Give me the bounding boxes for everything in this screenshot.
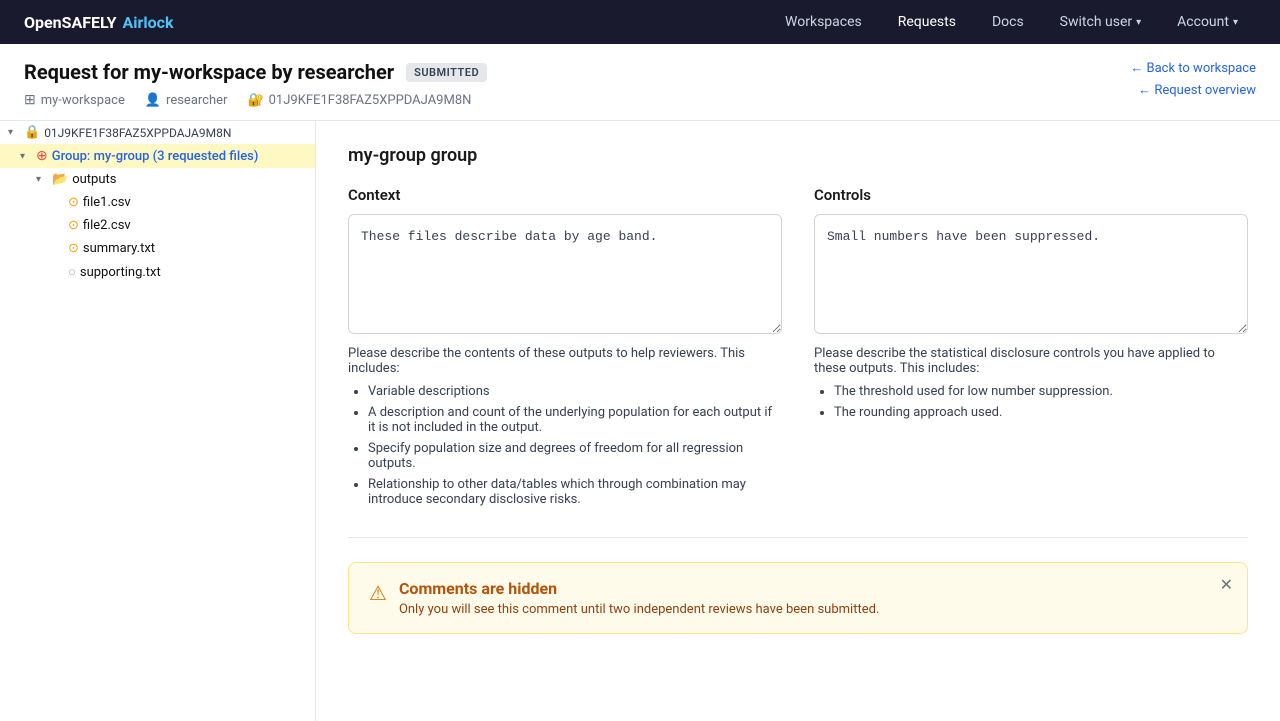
title-row: Request for my-workspace by researcher S… <box>24 60 487 84</box>
context-bullet-2: A description and count of the underlyin… <box>368 405 782 435</box>
file-icon: ○ <box>68 264 76 280</box>
chevron-down-icon: ▾ <box>20 151 32 162</box>
workspace-meta: my-workspace <box>24 92 125 108</box>
file-csv-icon: ⊙ <box>68 218 79 233</box>
brand-open: OpenSAFELY <box>24 13 117 32</box>
context-bullet-3: Specify population size and degrees of f… <box>368 441 782 471</box>
tree-outputs-folder[interactable]: ▾ 📂 outputs <box>0 168 315 191</box>
request-id: 01J9KFE1F38FAZ5XPPDAJA9M8N <box>269 93 472 108</box>
tree-group-label: Group: my-group (3 requested files) <box>52 149 259 164</box>
nav-switch-user[interactable]: Switch user ▾ <box>1042 0 1159 44</box>
nav-workspaces[interactable]: Workspaces <box>767 0 880 44</box>
nav-account[interactable]: Account ▾ <box>1159 0 1256 44</box>
comments-banner-sub: Only you will see this comment until two… <box>399 602 879 617</box>
comments-banner-title: Comments are hidden <box>399 579 879 598</box>
nav-docs[interactable]: Docs <box>974 0 1042 44</box>
controls-bullets: The threshold used for low number suppre… <box>834 384 1248 420</box>
context-section: Context Please describe the contents of … <box>348 186 782 513</box>
context-label: Context <box>348 186 782 204</box>
tree-file-file1[interactable]: ▾ ⊙ file1.csv <box>0 191 315 214</box>
tree-root-label: 01J9KFE1F38FAZ5XPPDAJA9M8N <box>44 126 231 140</box>
workspace-name: my-workspace <box>41 93 125 108</box>
id-icon: 🔐 <box>247 93 263 108</box>
tree-file-name: summary.txt <box>83 241 155 256</box>
file-tree-sidebar: ▾ 🔒 01J9KFE1F38FAZ5XPPDAJA9M8N ▾ ⊕ Group… <box>0 121 316 721</box>
request-overview-link[interactable]: ← Request overview <box>1138 82 1256 98</box>
tree-file-name: file1.csv <box>83 195 131 210</box>
tree-root[interactable]: ▾ 🔒 01J9KFE1F38FAZ5XPPDAJA9M8N <box>0 121 315 144</box>
brand-airlock: Airlock <box>123 13 174 32</box>
controls-bullet-2: The rounding approach used. <box>834 405 1248 420</box>
tree-outputs-label: outputs <box>72 172 116 187</box>
context-controls-grid: Context Please describe the contents of … <box>348 186 1248 513</box>
tree-group[interactable]: ▾ ⊕ Group: my-group (3 requested files) <box>0 144 315 168</box>
header-left: Request for my-workspace by researcher S… <box>24 60 487 108</box>
controls-bullet-1: The threshold used for low number suppre… <box>834 384 1248 399</box>
warning-icon: ⚠ <box>369 581 387 605</box>
controls-label: Controls <box>814 186 1248 204</box>
folder-icon: 📂 <box>52 172 68 187</box>
group-title: my-group group <box>348 145 1248 166</box>
content-area: my-group group Context Please describe t… <box>316 121 1280 721</box>
status-badge: SUBMITTED <box>406 63 487 82</box>
tree-file-name: supporting.txt <box>80 265 161 280</box>
context-bullet-1: Variable descriptions <box>368 384 782 399</box>
workspace-icon <box>24 92 36 108</box>
user-icon: 👤 <box>145 93 161 108</box>
chevron-down-icon: ▾ <box>1136 17 1141 28</box>
controls-help: Please describe the statistical disclosu… <box>814 346 1248 376</box>
file-txt-icon: ⊙ <box>68 241 79 256</box>
context-textarea[interactable] <box>348 214 782 334</box>
page-meta: my-workspace 👤 researcher 🔐 01J9KFE1F38F… <box>24 92 487 108</box>
main-layout: ▾ 🔒 01J9KFE1F38FAZ5XPPDAJA9M8N ▾ ⊕ Group… <box>0 121 1280 721</box>
comments-banner-content: Comments are hidden Only you will see th… <box>399 579 879 617</box>
context-bullet-4: Relationship to other data/tables which … <box>368 477 782 507</box>
page-header: Request for my-workspace by researcher S… <box>0 44 1280 121</box>
tree-file-summary[interactable]: ▾ ⊙ summary.txt <box>0 237 315 260</box>
tree-file-name: file2.csv <box>83 218 131 233</box>
section-divider <box>348 537 1248 538</box>
chevron-down-icon: ▾ <box>8 127 20 138</box>
header-right: ← Back to workspace ← Request overview <box>1130 60 1256 98</box>
controls-section: Controls Please describe the statistical… <box>814 186 1248 513</box>
navbar: OpenSAFELY Airlock Workspaces Requests D… <box>0 0 1280 44</box>
researcher-meta: 👤 researcher <box>145 93 228 108</box>
close-button[interactable]: ✕ <box>1220 575 1233 595</box>
page-title: Request for my-workspace by researcher <box>24 60 394 84</box>
group-icon: ⊕ <box>36 148 48 164</box>
request-id-meta: 🔐 01J9KFE1F38FAZ5XPPDAJA9M8N <box>247 93 471 108</box>
chevron-down-icon: ▾ <box>36 174 48 185</box>
comments-hidden-banner: ⚠ Comments are hidden Only you will see … <box>348 562 1248 634</box>
file-csv-icon: ⊙ <box>68 195 79 210</box>
context-bullets: Variable descriptions A description and … <box>368 384 782 507</box>
researcher-name: researcher <box>166 93 227 108</box>
controls-textarea[interactable] <box>814 214 1248 334</box>
tree-file-supporting[interactable]: ▾ ○ supporting.txt <box>0 260 315 284</box>
lock-icon: 🔒 <box>24 125 40 140</box>
back-to-workspace-link[interactable]: ← Back to workspace <box>1130 60 1256 76</box>
context-help: Please describe the contents of these ou… <box>348 346 782 376</box>
nav-requests[interactable]: Requests <box>880 0 974 44</box>
chevron-down-icon: ▾ <box>1233 17 1238 28</box>
brand: OpenSAFELY Airlock <box>24 13 174 32</box>
tree-file-file2[interactable]: ▾ ⊙ file2.csv <box>0 214 315 237</box>
